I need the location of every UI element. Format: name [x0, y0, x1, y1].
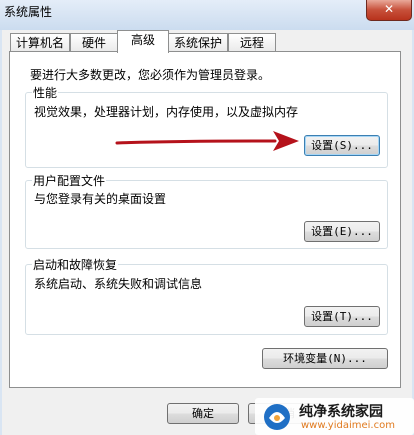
- tab-remote[interactable]: 远程: [228, 33, 276, 53]
- user-profiles-group-title: 用户配置文件: [32, 172, 107, 189]
- advanced-tab-panel: 要进行大多数更改，您必须作为管理员登录。 性能 视觉效果，处理器计划，内存使用，…: [9, 51, 401, 388]
- red-arrow-annotation: [115, 131, 299, 151]
- watermark-url: www.yidaimei.com: [301, 420, 395, 431]
- site-watermark: 纯净系统家园 www.yidaimei.com: [255, 398, 414, 435]
- environment-variables-button[interactable]: 环境变量(N)...: [262, 348, 388, 369]
- startup-recovery-description: 系统启动、系统失败和调试信息: [34, 277, 203, 291]
- admin-note: 要进行大多数更改，您必须作为管理员登录。: [30, 68, 271, 82]
- startup-recovery-group-title: 启动和故障恢复: [32, 256, 119, 273]
- startup-recovery-settings-button[interactable]: 设置(T)...: [304, 306, 380, 327]
- performance-description: 视觉效果，处理器计划，内存使用，以及虚拟内存: [34, 105, 299, 119]
- tab-advanced[interactable]: 高级: [117, 30, 169, 53]
- user-profiles-group: 用户配置文件 与您登录有关的桌面设置 设置(E)...: [25, 172, 388, 249]
- performance-group-title: 性能: [32, 84, 59, 101]
- watermark-logo-icon: [264, 404, 290, 430]
- tab-hardware[interactable]: 硬件: [70, 33, 118, 53]
- close-button[interactable]: ✕: [366, 0, 412, 21]
- window-title: 系统属性: [4, 5, 53, 19]
- ok-button[interactable]: 确定: [167, 403, 239, 424]
- tab-system-protection[interactable]: 系统保护: [168, 33, 228, 53]
- tab-computer-name[interactable]: 计算机名: [10, 33, 70, 53]
- title-bar: 系统属性 ✕: [0, 0, 414, 30]
- startup-recovery-group: 启动和故障恢复 系统启动、系统失败和调试信息 设置(T)...: [25, 256, 388, 335]
- watermark-title: 纯净系统家园: [299, 404, 383, 420]
- close-icon: ✕: [383, 2, 395, 16]
- user-profiles-settings-button[interactable]: 设置(E)...: [304, 221, 380, 242]
- user-profiles-description: 与您登录有关的桌面设置: [34, 192, 167, 206]
- performance-settings-button[interactable]: 设置(S)...: [304, 135, 380, 156]
